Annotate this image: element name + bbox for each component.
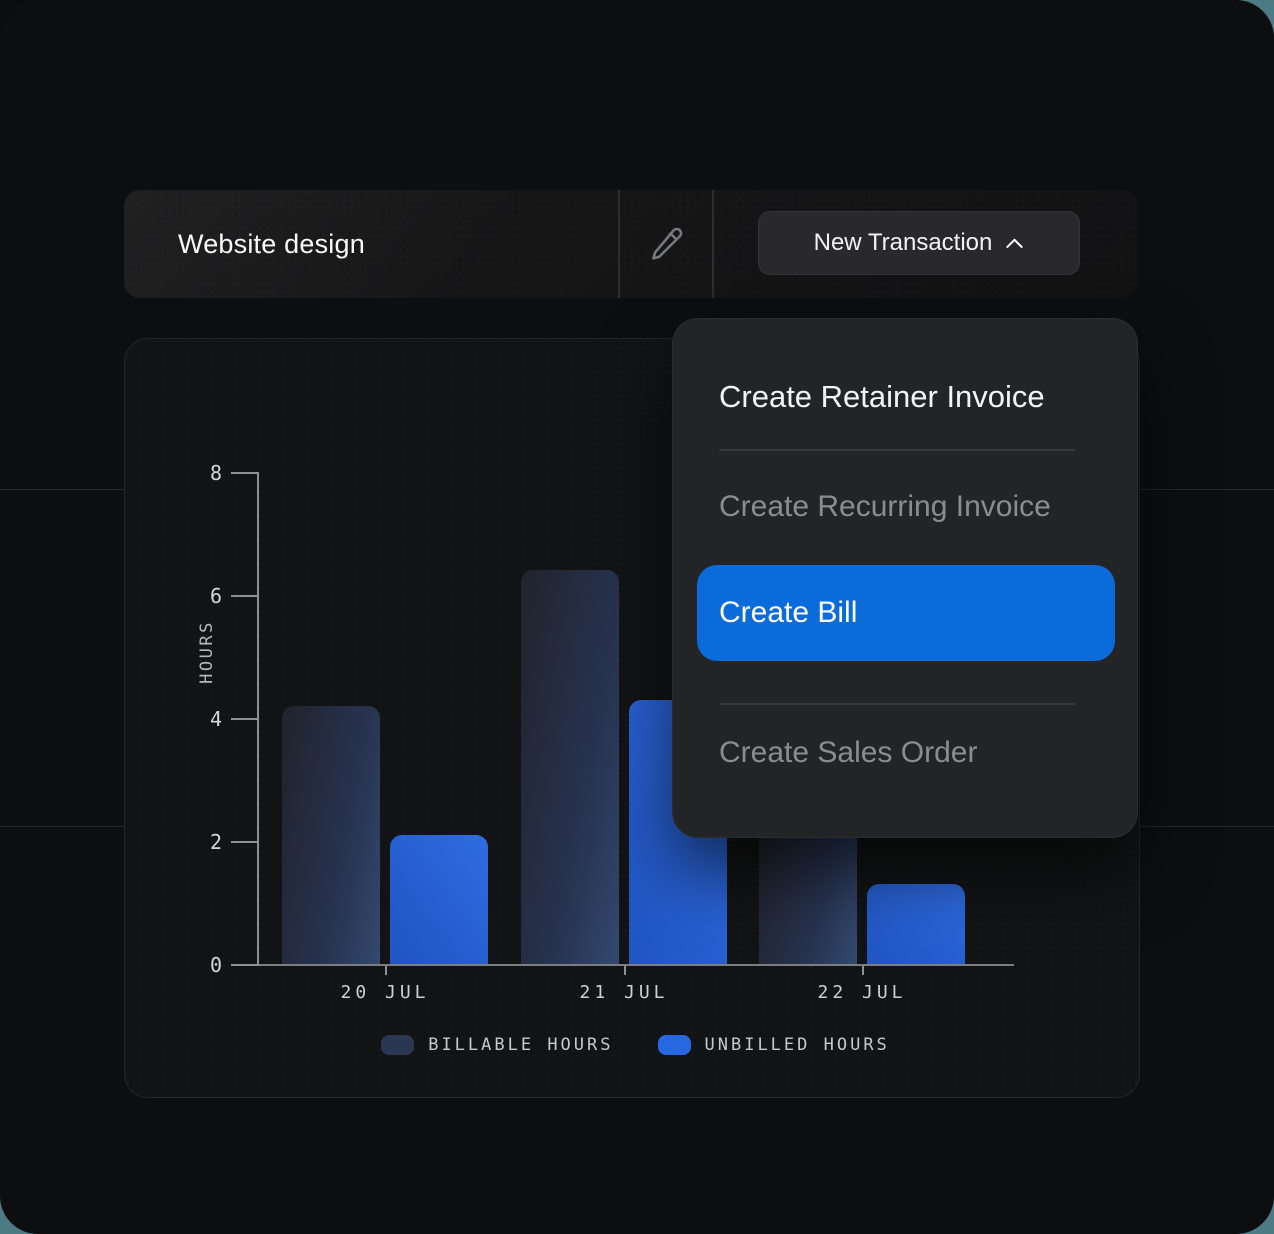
x-tick xyxy=(624,966,626,975)
y-tick xyxy=(231,718,257,720)
bar-unbilled-hours-22-jul xyxy=(867,884,965,964)
y-tick xyxy=(231,841,257,843)
chevron-up-icon xyxy=(1005,237,1024,249)
menu-divider xyxy=(719,703,1075,705)
new-transaction-label: New Transaction xyxy=(814,229,993,257)
new-transaction-button[interactable]: New Transaction xyxy=(758,211,1080,275)
legend-item: BILLABLE HOURS xyxy=(381,1035,613,1055)
edit-project-button[interactable] xyxy=(619,190,712,298)
chart-legend: BILLABLE HOURS UNBILLED HOURS xyxy=(257,1032,1014,1058)
legend-swatch xyxy=(658,1035,691,1055)
divider xyxy=(712,190,714,298)
bar-billable-hours-20-jul xyxy=(282,706,380,964)
menu-item-create-bill[interactable]: Create Bill xyxy=(697,565,1115,661)
y-tick-label: 0 xyxy=(162,955,222,975)
y-tick xyxy=(231,595,257,597)
x-category-label: 21 JUL xyxy=(554,982,694,1003)
menu-item-create-retainer-invoice[interactable]: Create Retainer Invoice xyxy=(719,365,1091,429)
legend-label: UNBILLED HOURS xyxy=(705,1035,890,1055)
y-tick-label: 4 xyxy=(162,709,222,729)
menu-divider xyxy=(719,449,1075,451)
project-header-bar: Website design New Transaction xyxy=(124,190,1138,298)
y-tick xyxy=(231,472,257,474)
menu-item-create-sales-order[interactable]: Create Sales Order xyxy=(719,721,1091,785)
y-axis-line xyxy=(257,472,259,966)
legend-label: BILLABLE HOURS xyxy=(428,1035,613,1055)
project-title: Website design xyxy=(178,190,365,298)
app-canvas: HOURS 0246820 JUL21 JUL22 JULBILLABLE HO… xyxy=(0,0,1274,1234)
pencil-icon xyxy=(648,226,684,262)
bar-billable-hours-21-jul xyxy=(521,570,619,964)
x-tick xyxy=(862,966,864,975)
menu-item-create-recurring-invoice[interactable]: Create Recurring Invoice xyxy=(719,475,1091,539)
bar-unbilled-hours-20-jul xyxy=(390,835,488,964)
y-tick-label: 8 xyxy=(162,463,222,483)
x-category-label: 20 JUL xyxy=(315,982,455,1003)
new-transaction-menu: Create Retainer Invoice Create Recurring… xyxy=(672,318,1138,838)
y-tick xyxy=(231,964,257,966)
x-tick xyxy=(385,966,387,975)
x-category-label: 22 JUL xyxy=(792,982,932,1003)
legend-swatch xyxy=(381,1035,414,1055)
y-tick-label: 2 xyxy=(162,832,222,852)
x-axis-line xyxy=(257,964,1014,966)
y-tick-label: 6 xyxy=(162,586,222,606)
legend-item: UNBILLED HOURS xyxy=(658,1035,890,1055)
